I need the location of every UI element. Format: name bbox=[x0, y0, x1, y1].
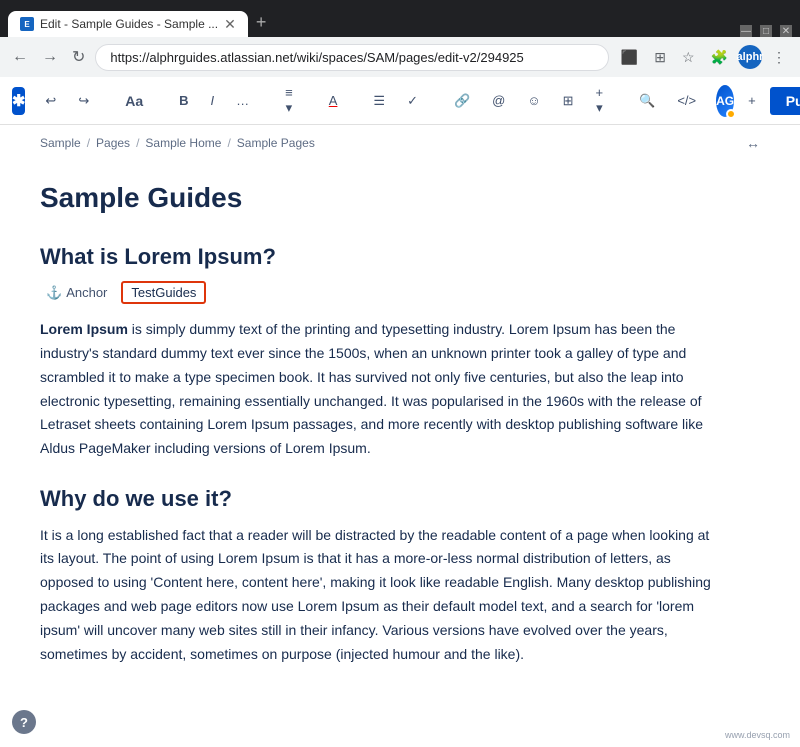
page-title: Sample Guides bbox=[40, 181, 720, 215]
lorem-ipsum-bold: Lorem Ipsum bbox=[40, 321, 128, 337]
table-button[interactable]: ⊞ bbox=[555, 89, 582, 113]
checklist-button[interactable]: ✓ bbox=[399, 89, 426, 113]
search-toolbar-button[interactable]: 🔍 bbox=[631, 89, 663, 113]
cast-icon[interactable]: ⬛ bbox=[615, 45, 644, 70]
breadcrumb-pages[interactable]: Pages bbox=[96, 136, 130, 150]
lists-button[interactable]: ☰ bbox=[365, 89, 393, 113]
test-guides-tag[interactable]: TestGuides bbox=[121, 281, 206, 304]
star-icon[interactable]: ☆ bbox=[676, 45, 701, 70]
anchor-icon: ⚓ bbox=[46, 285, 62, 301]
browser-chrome: E Edit - Sample Guides - Sample ... ✕ + … bbox=[0, 0, 800, 37]
anchor-button[interactable]: ⚓ Anchor bbox=[40, 283, 113, 303]
browser-menu-icon[interactable]: ⋮ bbox=[766, 45, 792, 70]
watermark: www.devsq.com bbox=[725, 730, 790, 740]
link-button[interactable]: 🔗 bbox=[446, 89, 478, 113]
redo-button[interactable]: ↪ bbox=[70, 89, 97, 113]
breadcrumb-sample[interactable]: Sample bbox=[40, 136, 81, 150]
browser-profile-icon[interactable]: alphr bbox=[738, 45, 762, 69]
tab-close-icon[interactable]: ✕ bbox=[224, 17, 236, 31]
app-toolbar: ✱ ↩ ↪ Aa B I … ≡ ▾ A ☰ ✓ 🔗 @ ☺ ⊞ + ▾ 🔍 <… bbox=[0, 77, 800, 125]
breadcrumb-sep-2: / bbox=[136, 136, 139, 150]
tab-title: Edit - Sample Guides - Sample ... bbox=[40, 17, 218, 31]
address-bar-row: ← → ↻ ⬛ ⊞ ☆ 🧩 alphr ⋮ bbox=[0, 37, 800, 77]
anchor-label: Anchor bbox=[66, 285, 107, 300]
anchor-tag-row: ⚓ Anchor TestGuides bbox=[40, 281, 720, 304]
align-button[interactable]: ≡ ▾ bbox=[277, 81, 301, 120]
user-avatar[interactable]: AG bbox=[716, 85, 734, 117]
section-1-body-text: is simply dummy text of the printing and… bbox=[40, 321, 703, 456]
back-button[interactable]: ← bbox=[8, 44, 32, 70]
more-text-button[interactable]: … bbox=[228, 89, 257, 112]
page-area: Sample / Pages / Sample Home / Sample Pa… bbox=[0, 125, 800, 747]
grid-icon[interactable]: ⊞ bbox=[648, 45, 672, 70]
undo-button[interactable]: ↩ bbox=[37, 89, 64, 113]
avatar-badge bbox=[726, 109, 736, 119]
text-format-button[interactable]: Aa bbox=[117, 89, 151, 113]
extensions-icon[interactable]: 🧩 bbox=[705, 45, 734, 70]
avatar-initials: AG bbox=[716, 94, 734, 108]
browser-icons: ⬛ ⊞ ☆ 🧩 alphr ⋮ bbox=[615, 45, 792, 70]
breadcrumb: Sample / Pages / Sample Home / Sample Pa… bbox=[0, 125, 800, 161]
browser-profile-label: alphr bbox=[737, 51, 764, 63]
bold-button[interactable]: B bbox=[171, 89, 196, 112]
breadcrumb-nav-arrows[interactable]: ↔ bbox=[746, 135, 760, 151]
breadcrumb-sep-1: / bbox=[87, 136, 90, 150]
code-button[interactable]: </> bbox=[669, 89, 704, 112]
new-tab-button[interactable]: + bbox=[248, 8, 275, 37]
window-controls: — □ ✕ bbox=[740, 25, 792, 37]
publish-button[interactable]: Publish bbox=[770, 87, 800, 115]
tab-bar: E Edit - Sample Guides - Sample ... ✕ + bbox=[8, 8, 740, 37]
minimize-button[interactable]: — bbox=[740, 25, 752, 37]
tab-favicon: E bbox=[20, 17, 34, 31]
breadcrumb-sep-3: / bbox=[227, 136, 230, 150]
editor-content: Sample Guides What is Lorem Ipsum? ⚓ Anc… bbox=[0, 161, 760, 730]
section-1-body: Lorem Ipsum is simply dummy text of the … bbox=[40, 318, 720, 461]
breadcrumb-sample-pages[interactable]: Sample Pages bbox=[237, 136, 315, 150]
section-2: Why do we use it? It is a long establish… bbox=[40, 485, 720, 666]
mention-button[interactable]: @ bbox=[484, 89, 513, 112]
emoji-button[interactable]: ☺ bbox=[519, 89, 548, 112]
section-2-heading: Why do we use it? bbox=[40, 485, 720, 514]
maximize-button[interactable]: □ bbox=[760, 25, 772, 37]
section-1-heading: What is Lorem Ipsum? bbox=[40, 243, 720, 272]
close-window-button[interactable]: ✕ bbox=[780, 25, 792, 37]
text-color-button[interactable]: A bbox=[321, 89, 346, 112]
refresh-button[interactable]: ↻ bbox=[68, 43, 89, 71]
help-icon: ? bbox=[20, 715, 28, 730]
breadcrumb-sample-home[interactable]: Sample Home bbox=[145, 136, 221, 150]
address-input[interactable] bbox=[95, 44, 608, 71]
insert-button[interactable]: + ▾ bbox=[588, 81, 612, 120]
section-2-body: It is a long established fact that a rea… bbox=[40, 524, 720, 667]
italic-button[interactable]: I bbox=[203, 89, 223, 112]
plus-button[interactable]: + bbox=[740, 89, 764, 112]
app-logo[interactable]: ✱ bbox=[12, 87, 25, 115]
help-button[interactable]: ? bbox=[12, 710, 36, 734]
forward-button[interactable]: → bbox=[38, 44, 62, 70]
active-tab[interactable]: E Edit - Sample Guides - Sample ... ✕ bbox=[8, 11, 248, 37]
